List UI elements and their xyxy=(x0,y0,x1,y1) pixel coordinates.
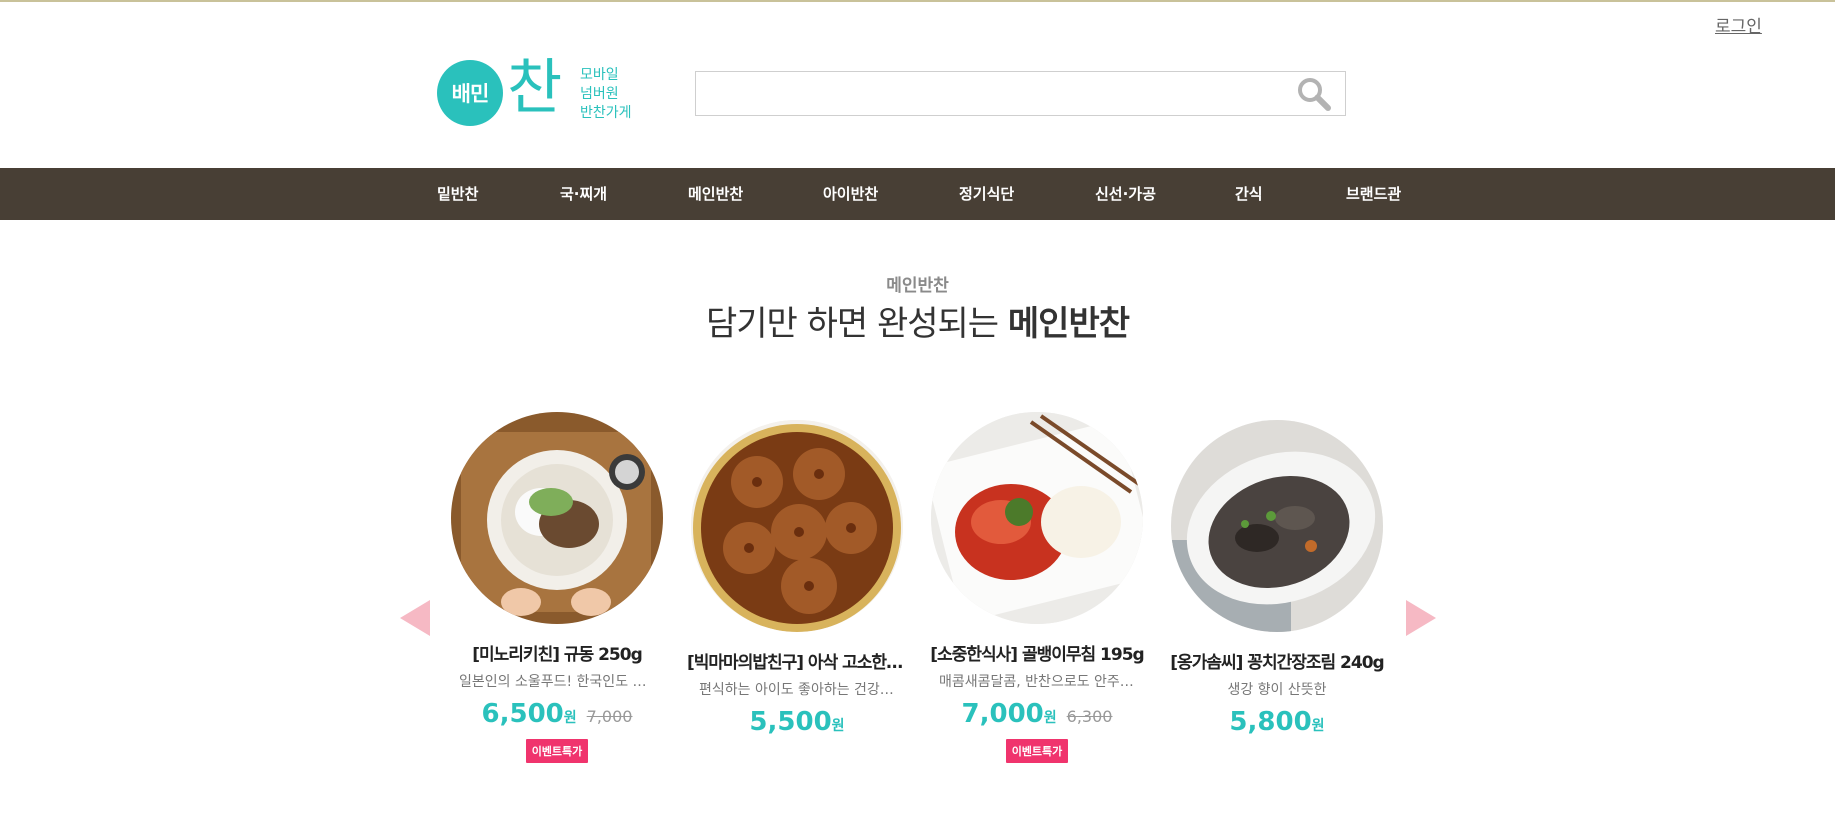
logo-tagline-line: 모바일 xyxy=(580,67,619,83)
price-currency: 원 xyxy=(1311,718,1325,734)
product-card[interactable]: [빅마마의밥친구] 아삭 고소한 연근조림 편식하는 아이도 좋아하는 건강반찬… xyxy=(677,420,917,737)
top-rule xyxy=(0,0,1835,2)
category-nav: 밑반찬 국·찌개 메인반찬 아이반찬 정기식단 신선·가공 간식 브랜드관 xyxy=(0,168,1835,220)
logo-badge: 배민 xyxy=(437,60,503,126)
product-name[interactable]: [빅마마의밥친구] 아삭 고소한 연근조림 xyxy=(677,648,917,673)
sale-price: 6,500 xyxy=(481,699,564,729)
price-currency: 원 xyxy=(1043,710,1057,726)
nav-item-fresh-processed[interactable]: 신선·가공 xyxy=(1095,168,1156,220)
product-card[interactable]: [소중한식사] 골뱅이무침 195g 매콤새콤달콤, 반찬으로도 안주로도 7,… xyxy=(917,412,1157,763)
section-title: 담기만 하면 완성되는 메인반찬 xyxy=(0,296,1835,345)
search-input[interactable] xyxy=(696,72,1296,115)
product-description: 편식하는 아이도 좋아하는 건강반찬 xyxy=(699,682,906,698)
price-group: 7,000원 xyxy=(962,699,1057,729)
golbaengi-image xyxy=(931,412,1143,624)
login-link[interactable]: 로그인 xyxy=(1715,12,1762,37)
sale-price: 5,800 xyxy=(1229,707,1312,737)
price-group: 6,500원 xyxy=(482,699,577,729)
logo-tagline: 모바일 넘버원 반찬가게 xyxy=(580,66,660,123)
search-icon[interactable] xyxy=(1297,77,1331,111)
logo-tagline-line: 넘버원 xyxy=(580,86,619,102)
nav-item-snacks[interactable]: 간식 xyxy=(1235,168,1263,220)
price-currency: 원 xyxy=(563,710,577,726)
product-card[interactable]: [미노리키친] 규동 250g 일본인의 소울푸드! 한국인도 좋아하는 규동 … xyxy=(437,412,677,763)
carousel-prev-arrow-icon[interactable] xyxy=(400,600,430,636)
price-row: 5,800원 xyxy=(1157,707,1397,737)
product-name[interactable]: [옹가솜씨] 꽁치간장조림 240g xyxy=(1157,648,1397,673)
price-row: 5,500원 xyxy=(677,707,917,737)
product-description: 매콤새콤달콤, 반찬으로도 안주로도 xyxy=(939,674,1146,690)
nav-item-brands[interactable]: 브랜드관 xyxy=(1346,168,1401,220)
section-title-strong: 메인반찬 xyxy=(1007,304,1130,344)
nav-item-soup-stew[interactable]: 국·찌개 xyxy=(560,168,607,220)
product-name[interactable]: [소중한식사] 골뱅이무침 195g xyxy=(917,640,1157,665)
nav-item-main-dishes[interactable]: 메인반찬 xyxy=(688,168,743,220)
product-image[interactable] xyxy=(931,412,1143,624)
product-name[interactable]: [미노리키친] 규동 250g xyxy=(437,640,677,665)
product-card[interactable]: [옹가솜씨] 꽁치간장조림 240g 생강 향이 산뜻한 5,800원 xyxy=(1157,420,1397,737)
saury-image xyxy=(1171,420,1383,632)
section-subtitle: 메인반찬 xyxy=(886,276,949,296)
event-badge: 이벤트특가 xyxy=(1005,739,1069,763)
lotus-root-image xyxy=(691,420,903,632)
sale-price: 5,500 xyxy=(749,707,832,737)
original-price: 7,000 xyxy=(586,707,633,726)
product-description: 일본인의 소울푸드! 한국인도 좋아하는 규동 xyxy=(459,674,677,690)
carousel-next-arrow-icon[interactable] xyxy=(1406,600,1436,636)
price-group: 5,800원 xyxy=(1229,707,1324,737)
price-currency: 원 xyxy=(831,718,845,734)
nav-item-side-dishes[interactable]: 밑반찬 xyxy=(437,168,478,220)
sale-price: 7,000 xyxy=(961,699,1044,729)
logo-tagline-line: 반찬가게 xyxy=(580,105,632,121)
product-image[interactable] xyxy=(451,412,663,624)
section-title-prefix: 담기만 하면 완성되는 xyxy=(705,304,999,344)
product-description: 생강 향이 산뜻한 xyxy=(1227,682,1327,698)
price-row: 7,000원 6,300 xyxy=(917,699,1157,729)
search-box xyxy=(695,71,1346,116)
price-group: 5,500원 xyxy=(749,707,844,737)
product-image[interactable] xyxy=(1171,420,1383,632)
logo[interactable]: 배민 찬 모바일 넘버원 반찬가게 xyxy=(437,53,637,128)
event-badge: 이벤트특가 xyxy=(525,739,589,763)
price-row: 6,500원 7,000 xyxy=(437,699,677,729)
nav-item-regular-meals[interactable]: 정기식단 xyxy=(959,168,1014,220)
nav-item-kids-dishes[interactable]: 아이반찬 xyxy=(823,168,878,220)
original-price: 6,300 xyxy=(1066,707,1113,726)
gyudon-image xyxy=(451,412,663,624)
product-image[interactable] xyxy=(691,420,903,632)
logo-mark: 찬 xyxy=(507,53,563,123)
